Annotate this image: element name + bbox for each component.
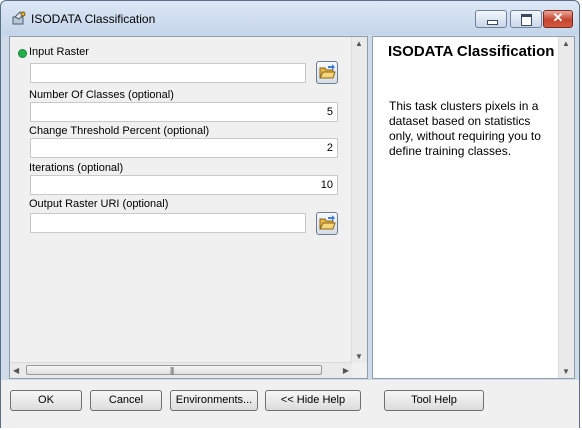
- scroll-down-icon[interactable]: ▼: [562, 367, 570, 376]
- help-pane: ISODATA Classification This task cluster…: [372, 36, 575, 379]
- hide-help-button[interactable]: << Hide Help: [265, 390, 361, 411]
- parameters-pane: Input Raster Number Of Classes (optional…: [9, 36, 368, 379]
- parameters-horizontal-scrollbar[interactable]: ◀ ||| ▶: [10, 362, 352, 378]
- output-uri-browse-button[interactable]: [316, 212, 338, 235]
- change-threshold-label: Change Threshold Percent (optional): [29, 125, 210, 137]
- minimize-icon: [487, 20, 498, 25]
- scroll-left-icon[interactable]: ◀: [13, 366, 19, 375]
- scroll-up-icon[interactable]: ▲: [355, 39, 363, 48]
- title-bar[interactable]: ISODATA Classification ✕: [1, 1, 579, 35]
- button-bar: OK Cancel Environments... << Hide Help T…: [1, 380, 579, 428]
- window-title: ISODATA Classification: [31, 12, 156, 26]
- parameters-vertical-scrollbar[interactable]: ▲ ▼: [351, 37, 367, 363]
- scroll-down-icon[interactable]: ▼: [355, 352, 363, 361]
- input-raster-browse-button[interactable]: [316, 61, 338, 84]
- input-raster-field[interactable]: [30, 63, 306, 83]
- maximize-button[interactable]: [510, 10, 542, 28]
- help-title: ISODATA Classification: [388, 43, 555, 60]
- output-uri-label: Output Raster URI (optional): [29, 198, 169, 210]
- toolbox-icon: [11, 10, 27, 26]
- tool-help-button[interactable]: Tool Help: [384, 390, 484, 411]
- close-button[interactable]: ✕: [543, 10, 573, 28]
- minimize-button[interactable]: [475, 10, 507, 28]
- open-folder-icon: [319, 215, 336, 230]
- num-classes-label: Number Of Classes (optional): [29, 89, 174, 101]
- iterations-field[interactable]: 10: [30, 175, 338, 195]
- help-description: This task clusters pixels in a dataset b…: [389, 99, 541, 158]
- cancel-button[interactable]: Cancel: [90, 390, 162, 411]
- close-icon: ✕: [552, 10, 564, 25]
- dialog-window: ISODATA Classification ✕ Input Raster Nu…: [0, 0, 580, 428]
- scroll-up-icon[interactable]: ▲: [562, 39, 570, 48]
- num-classes-field[interactable]: 5: [30, 102, 338, 122]
- open-folder-icon: [319, 64, 336, 79]
- maximize-icon: [521, 14, 532, 26]
- scroll-right-icon[interactable]: ▶: [343, 366, 349, 375]
- horizontal-scroll-thumb[interactable]: |||: [26, 365, 322, 375]
- help-vertical-scrollbar[interactable]: ▲ ▼: [558, 37, 574, 378]
- scroll-grip-icon: |||: [170, 366, 174, 375]
- output-uri-field[interactable]: [30, 213, 306, 233]
- required-dot-icon: [18, 49, 27, 58]
- input-raster-label: Input Raster: [29, 46, 89, 58]
- environments-button[interactable]: Environments...: [170, 390, 258, 411]
- change-threshold-field[interactable]: 2: [30, 138, 338, 158]
- ok-button[interactable]: OK: [10, 390, 82, 411]
- iterations-label: Iterations (optional): [29, 162, 124, 174]
